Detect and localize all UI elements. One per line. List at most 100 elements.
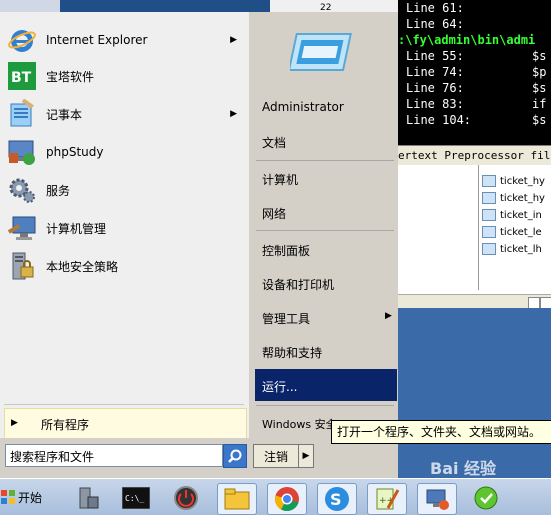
separator bbox=[256, 160, 394, 161]
code-value: $s bbox=[532, 49, 547, 63]
green-app-icon bbox=[474, 486, 498, 510]
taskbar-server-manager[interactable] bbox=[68, 483, 106, 513]
svg-text:BT: BT bbox=[11, 70, 32, 86]
folder-tree bbox=[398, 165, 479, 290]
windows-security-link[interactable]: Windows 安全 bbox=[262, 416, 337, 432]
code-line: Line 76: bbox=[406, 81, 464, 95]
program-label: 宝塔软件 bbox=[46, 69, 95, 84]
submenu-arrow-icon: ▶ bbox=[230, 35, 237, 45]
admin-tools-link[interactable]: 管理工具 bbox=[262, 310, 310, 327]
network-icon bbox=[426, 489, 449, 510]
file-pane-scrollbar[interactable] bbox=[398, 294, 551, 309]
code-path: :\fy\admin\bin\admi bbox=[398, 33, 536, 47]
logoff-label: 注销 bbox=[263, 449, 288, 464]
start-menu-programs-pane: Internet Explorer ▶ BT 宝塔软件 记事本 ▶ phpStu… bbox=[0, 12, 250, 440]
file-item[interactable]: ticket_hy bbox=[482, 192, 545, 204]
program-computer-management[interactable]: 计算机管理 bbox=[0, 210, 249, 246]
program-label: 服务 bbox=[46, 183, 71, 198]
file-icon bbox=[482, 226, 496, 238]
file-list-pane: ticket_hy ticket_hy ticket_in ticket_le … bbox=[398, 165, 551, 295]
submenu-arrow-icon: ▶ bbox=[230, 109, 237, 119]
taskbar: 开始 C:\_ S ++ bbox=[0, 478, 551, 515]
run-tooltip: 打开一个程序、文件夹、文档或网站。 bbox=[331, 420, 551, 444]
code-line: Line 55: bbox=[406, 49, 464, 63]
program-internet-explorer[interactable]: Internet Explorer ▶ bbox=[0, 22, 249, 58]
start-button[interactable]: 开始 bbox=[0, 481, 46, 513]
file-icon bbox=[482, 209, 496, 221]
server-manager-icon bbox=[79, 487, 99, 509]
computer-management-icon bbox=[6, 212, 38, 244]
user-name-link[interactable]: Administrator bbox=[262, 100, 344, 114]
taskbar-power[interactable] bbox=[167, 483, 205, 513]
file-name: ticket_le bbox=[500, 227, 542, 238]
chevron-right-icon: ▶ bbox=[302, 451, 310, 461]
tooltip-text: 打开一个程序、文件夹、文档或网站。 bbox=[337, 425, 542, 439]
devices-printers-link[interactable]: 设备和打印机 bbox=[262, 276, 334, 293]
program-phpstudy[interactable]: phpStudy bbox=[0, 134, 249, 170]
power-icon bbox=[174, 486, 198, 510]
file-item[interactable]: ticket_lh bbox=[482, 243, 542, 255]
logoff-button[interactable]: 注销 bbox=[253, 444, 299, 468]
explorer-icon bbox=[224, 488, 250, 510]
security-policy-icon bbox=[6, 250, 38, 282]
separator bbox=[256, 405, 394, 406]
code-editor-pane: Line 61: Line 64: :\fy\admin\bin\admi Li… bbox=[398, 0, 551, 145]
watermark-logo: Bai 经验 bbox=[430, 455, 496, 479]
editor-status-bar: ertext Preprocessor file bbox=[398, 145, 551, 166]
status-text: ertext Preprocessor file bbox=[398, 149, 551, 162]
control-panel-link[interactable]: 控制面板 bbox=[262, 242, 310, 259]
all-programs-label: 所有程序 bbox=[41, 418, 90, 432]
code-line: Line 61: bbox=[406, 1, 464, 15]
shutdown-options-button[interactable]: ▶ bbox=[298, 444, 314, 468]
code-value: $p bbox=[532, 65, 547, 79]
services-gear-icon bbox=[6, 174, 38, 206]
program-label: Internet Explorer bbox=[46, 33, 148, 47]
program-label: 记事本 bbox=[46, 107, 83, 122]
user-picture-icon bbox=[290, 33, 352, 71]
bt-panel-icon: BT bbox=[6, 60, 38, 92]
documents-link[interactable]: 文档 bbox=[262, 134, 286, 151]
program-local-security-policy[interactable]: 本地安全策略 bbox=[0, 248, 249, 284]
program-notepad[interactable]: 记事本 ▶ bbox=[0, 96, 249, 132]
file-name: ticket_hy bbox=[500, 193, 545, 204]
submenu-arrow-icon: ▶ bbox=[385, 311, 392, 321]
code-line: Line 74: bbox=[406, 65, 464, 79]
separator bbox=[256, 230, 394, 231]
network-link[interactable]: 网络 bbox=[262, 205, 286, 222]
code-value: $s bbox=[532, 113, 547, 127]
sogou-icon: S bbox=[325, 487, 349, 511]
computer-link[interactable]: 计算机 bbox=[262, 171, 298, 188]
code-line: Line 83: bbox=[406, 97, 464, 111]
program-bt-panel[interactable]: BT 宝塔软件 bbox=[0, 58, 249, 94]
taskbar-cmd[interactable]: C:\_ bbox=[117, 483, 155, 513]
file-item[interactable]: ticket_in bbox=[482, 209, 542, 221]
chrome-icon bbox=[275, 487, 299, 511]
notepad-icon bbox=[6, 98, 38, 130]
program-label: 本地安全策略 bbox=[46, 259, 119, 274]
run-link[interactable]: 运行... bbox=[262, 378, 297, 395]
search-button[interactable] bbox=[223, 444, 247, 468]
code-line: Line 104: bbox=[406, 113, 472, 127]
taskbar-chrome[interactable] bbox=[267, 483, 307, 515]
all-programs-button[interactable]: ▶ 所有程序 bbox=[4, 408, 247, 440]
file-name: ticket_lh bbox=[500, 244, 542, 255]
program-services[interactable]: 服务 bbox=[0, 172, 249, 208]
file-item[interactable]: ticket_le bbox=[482, 226, 542, 238]
taskbar-sogou[interactable]: S bbox=[317, 483, 357, 515]
taskbar-notepadpp[interactable]: ++ bbox=[367, 483, 407, 515]
cmd-icon: C:\_ bbox=[122, 487, 150, 509]
notepadpp-icon: ++ bbox=[376, 488, 400, 510]
expand-arrow-icon: ▶ bbox=[11, 418, 18, 428]
taskbar-green-app[interactable] bbox=[467, 483, 505, 513]
windows-logo-icon bbox=[1, 490, 15, 504]
help-support-link[interactable]: 帮助和支持 bbox=[262, 344, 322, 361]
taskbar-explorer[interactable] bbox=[217, 483, 257, 515]
desktop-background bbox=[398, 308, 551, 478]
code-line: Line 64: bbox=[406, 17, 464, 31]
file-item[interactable]: ticket_hy bbox=[482, 175, 545, 187]
file-icon bbox=[482, 192, 496, 204]
search-input[interactable]: 搜索程序和文件 bbox=[5, 444, 223, 467]
taskbar-network[interactable] bbox=[417, 483, 457, 515]
internet-explorer-icon bbox=[6, 24, 38, 56]
svg-text:C:\_: C:\_ bbox=[125, 494, 144, 503]
